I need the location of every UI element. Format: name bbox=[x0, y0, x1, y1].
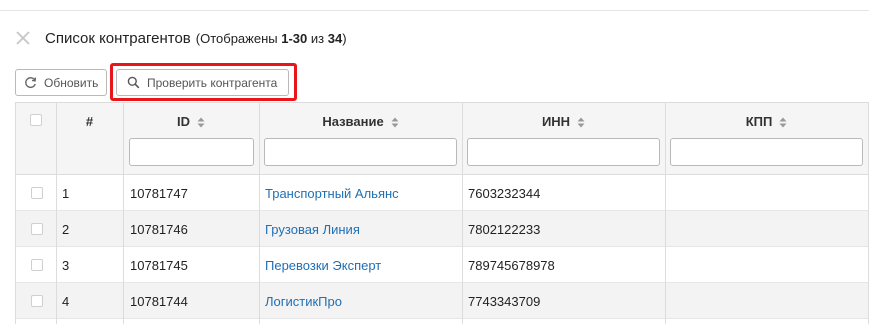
column-header-inn[interactable]: ИНН bbox=[462, 111, 665, 131]
column-header-id[interactable]: ID bbox=[123, 111, 259, 131]
column-divider bbox=[665, 103, 666, 324]
row-name-link[interactable]: Транспортный Альянс bbox=[265, 175, 399, 211]
column-divider bbox=[462, 103, 463, 324]
column-divider bbox=[123, 103, 124, 324]
page-header: Список контрагентов (Отображены 1-30 из … bbox=[14, 27, 347, 49]
row-checkbox[interactable] bbox=[31, 295, 43, 307]
row-number: 1 bbox=[62, 185, 70, 201]
sort-icon bbox=[577, 116, 585, 127]
row-name-link[interactable]: Перевозки Эксперт bbox=[265, 247, 381, 283]
refresh-button-label: Обновить bbox=[44, 75, 99, 90]
column-header-kpp[interactable]: КПП bbox=[665, 111, 868, 131]
row-checkbox[interactable] bbox=[31, 259, 43, 271]
counterparties-table: 1 10781747 Транспортный Альянс 760323234… bbox=[15, 102, 869, 324]
column-header-name[interactable]: Название bbox=[259, 111, 462, 131]
column-divider bbox=[259, 103, 260, 324]
row-id: 10781746 bbox=[130, 221, 188, 237]
table-row[interactable]: 4 10781744 ЛогистикПро 7743343709 bbox=[16, 283, 869, 319]
row-inn: 7802122233 bbox=[468, 221, 541, 237]
row-inn: 7743343709 bbox=[468, 293, 541, 309]
refresh-icon bbox=[24, 76, 37, 89]
kpp-filter-input[interactable] bbox=[670, 138, 863, 166]
records-count: (Отображены 1-30 из 34) bbox=[195, 30, 347, 46]
refresh-button[interactable]: Обновить bbox=[15, 69, 107, 96]
highlight-frame bbox=[110, 63, 297, 101]
table-row[interactable]: 1 10781747 Транспортный Альянс 760323234… bbox=[16, 175, 869, 211]
row-number: 3 bbox=[62, 257, 70, 273]
row-inn: 789745678978 bbox=[468, 257, 555, 273]
row-name-link[interactable]: ЛогистикПро bbox=[265, 283, 342, 319]
row-name-link[interactable]: Грузовая Линия bbox=[265, 211, 360, 247]
sort-icon bbox=[197, 116, 205, 127]
row-id: 10781744 bbox=[130, 293, 188, 309]
table-row[interactable]: 3 10781745 Перевозки Эксперт 78974567897… bbox=[16, 247, 869, 283]
row-id: 10781747 bbox=[130, 185, 188, 201]
table-row[interactable]: 2 10781746 Грузовая Линия 7802122233 bbox=[16, 211, 869, 247]
records-range: 1-30 bbox=[281, 30, 308, 46]
sort-icon bbox=[391, 116, 399, 127]
column-divider bbox=[56, 103, 57, 324]
id-filter-input[interactable] bbox=[129, 138, 254, 166]
select-all-checkbox[interactable] bbox=[30, 114, 42, 126]
row-inn: 7603232344 bbox=[468, 185, 541, 201]
row-id: 10781745 bbox=[130, 257, 188, 273]
page-title: Список контрагентов bbox=[45, 29, 191, 47]
row-number: 4 bbox=[62, 293, 70, 309]
top-divider bbox=[0, 10, 869, 11]
column-header-number: # bbox=[85, 113, 94, 129]
close-icon[interactable] bbox=[14, 29, 32, 47]
row-checkbox[interactable] bbox=[31, 223, 43, 235]
records-total: 34 bbox=[327, 30, 343, 46]
name-filter-input[interactable] bbox=[264, 138, 457, 166]
row-number: 2 bbox=[62, 221, 70, 237]
sort-icon bbox=[779, 116, 787, 127]
row-checkbox[interactable] bbox=[31, 187, 43, 199]
inn-filter-input[interactable] bbox=[467, 138, 660, 166]
